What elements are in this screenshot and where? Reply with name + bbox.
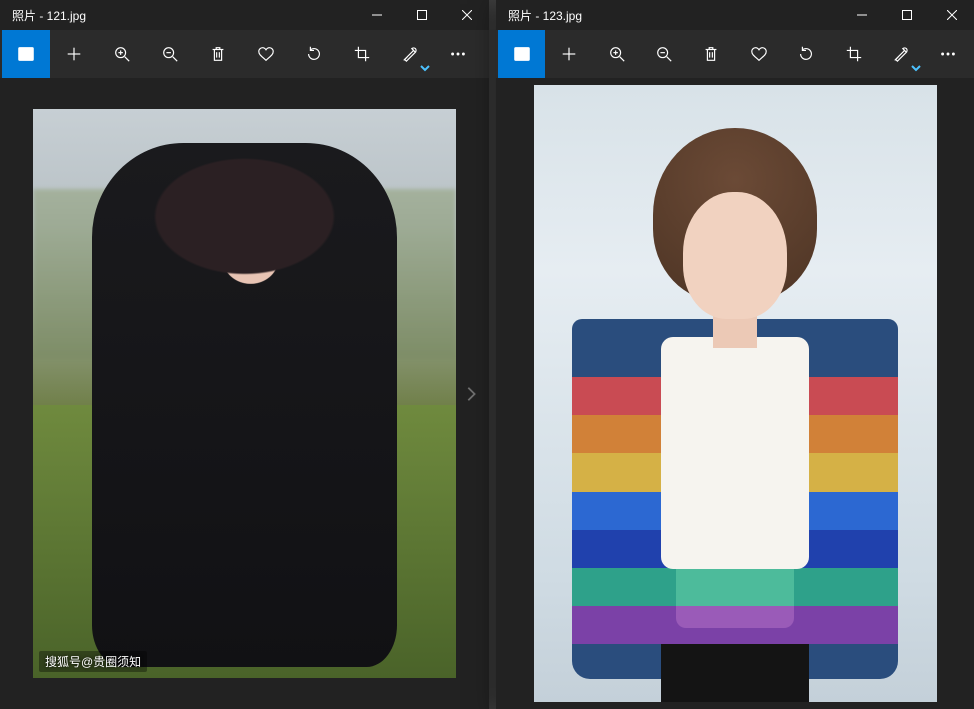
photos-window: 照片 - 121.jpg 搜狐号@贵圈须知 [0,0,489,709]
rotate-button[interactable] [290,30,338,78]
favorite-button[interactable] [242,30,290,78]
photo [534,85,937,702]
add-button[interactable] [50,30,98,78]
more-button[interactable] [434,30,482,78]
view-collection-button[interactable] [2,30,50,78]
delete-button[interactable] [688,30,735,78]
minimize-button[interactable] [839,0,884,30]
image-viewer[interactable]: 搜狐号@贵圈须知 [0,78,489,709]
favorite-button[interactable] [735,30,782,78]
minimize-button[interactable] [354,0,399,30]
titlebar[interactable]: 照片 - 123.jpg [496,0,974,30]
crop-button[interactable] [830,30,877,78]
titlebar[interactable]: 照片 - 121.jpg [0,0,489,30]
zoom-out-button[interactable] [146,30,194,78]
maximize-button[interactable] [884,0,929,30]
photos-window: 照片 - 123.jpg [496,0,974,709]
zoom-out-button[interactable] [640,30,687,78]
chevron-down-icon [911,60,921,70]
zoom-in-button[interactable] [98,30,146,78]
toolbar [0,30,489,78]
draw-button[interactable] [877,30,924,78]
window-title: 照片 - 121.jpg [0,7,354,24]
delete-button[interactable] [194,30,242,78]
photo: 搜狐号@贵圈须知 [33,109,456,678]
toolbar [496,30,974,78]
view-collection-button[interactable] [498,30,545,78]
add-button[interactable] [545,30,592,78]
rotate-button[interactable] [782,30,829,78]
maximize-button[interactable] [399,0,444,30]
window-title: 照片 - 123.jpg [496,7,839,24]
next-image-button[interactable] [453,358,489,430]
chevron-down-icon [420,60,430,70]
crop-button[interactable] [338,30,386,78]
watermark: 搜狐号@贵圈须知 [39,651,147,672]
zoom-in-button[interactable] [593,30,640,78]
image-viewer[interactable] [496,78,974,709]
more-button[interactable] [925,30,972,78]
close-button[interactable] [444,0,489,30]
draw-button[interactable] [386,30,434,78]
close-button[interactable] [929,0,974,30]
